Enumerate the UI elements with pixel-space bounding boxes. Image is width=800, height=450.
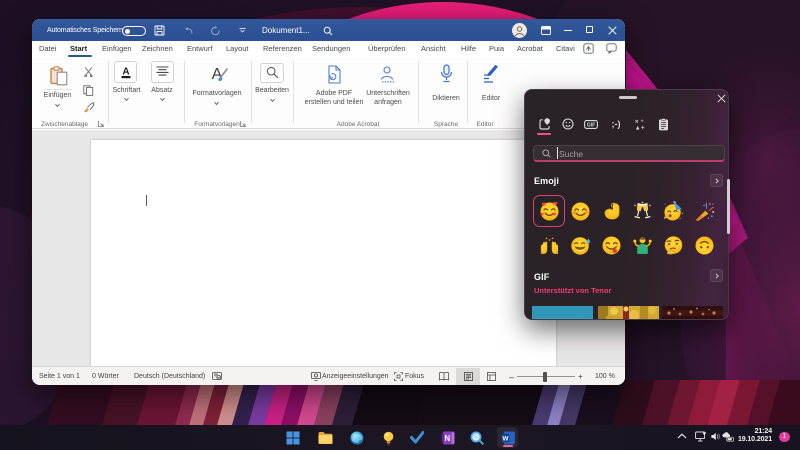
svg-text:GIF: GIF [587,123,595,129]
svg-text:÷: ÷ [641,119,644,125]
svg-text:▲: ▲ [635,126,641,131]
svg-text:;-): ;-) [612,119,621,129]
svg-text:N: N [444,434,450,443]
svg-text:A: A [122,67,129,78]
svg-text:W: W [502,435,509,442]
svg-text:+: + [641,126,645,131]
